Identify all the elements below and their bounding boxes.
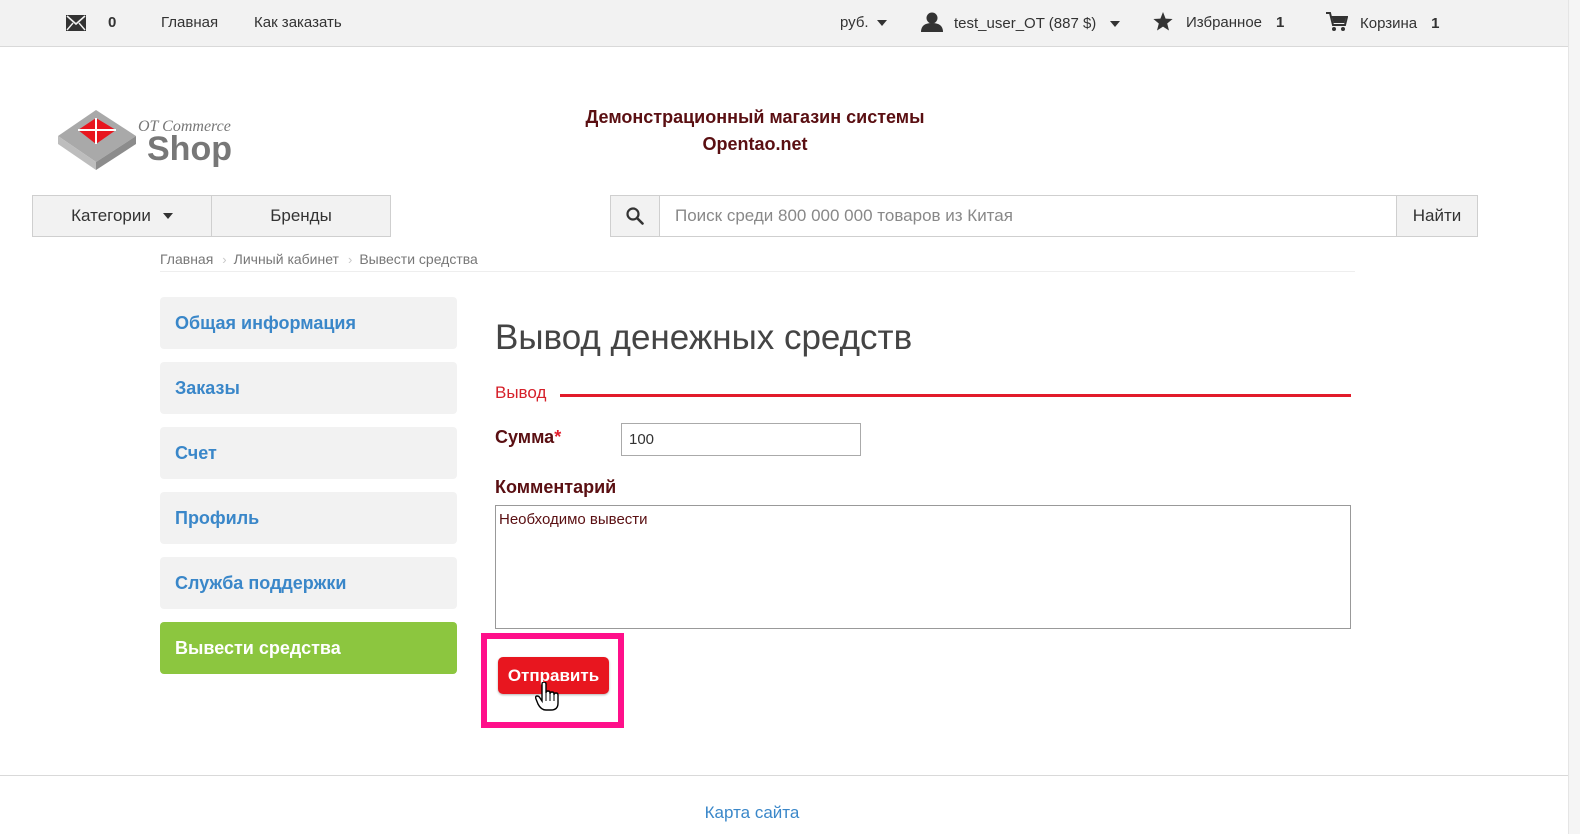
cart-count: 1 [1431,14,1440,32]
top-bar: 0 Главная Как заказать руб. test_user_OT… [0,0,1568,47]
star-icon [1153,12,1173,31]
sitemap-link[interactable]: Карта сайта [0,803,1504,823]
comment-textarea[interactable]: Необходимо вывести [495,505,1351,629]
currency-dropdown[interactable]: руб. [840,14,887,31]
logo-text-bottom: Shop [147,130,232,168]
slogan: Демонстрационный магазин системы Opentao… [555,104,955,158]
sidebar-item-profile[interactable]: Профиль [160,492,457,544]
user-icon [921,12,943,32]
search-icon [626,207,644,225]
favorites-count: 1 [1276,14,1285,31]
messages-link[interactable]: 0 [66,14,116,31]
chevron-right-icon: › [347,251,353,267]
brands-button[interactable]: Бренды [211,195,391,237]
caret-down-icon [162,213,173,219]
caret-down-icon [876,19,887,26]
sidebar-item-orders[interactable]: Заказы [160,362,457,414]
user-menu[interactable]: test_user_OT (887 $) [921,12,1121,32]
slogan-line-1: Демонстрационный магазин системы [585,107,925,127]
sidebar-item-support[interactable]: Служба поддержки [160,557,457,609]
sidebar-item-general-info[interactable]: Общая информация [160,297,457,349]
favorites-label: Избранное [1186,14,1263,31]
breadcrumb-home[interactable]: Главная [160,251,213,267]
legend-divider [560,394,1351,397]
breadcrumb-current: Вывести средства [359,251,478,267]
envelope-icon [66,14,86,31]
hand-cursor-icon [535,682,559,711]
breadcrumb-divider [160,271,1355,272]
categories-button[interactable]: Категории [32,195,212,237]
user-name: test_user_OT (887 $) [954,14,1097,32]
cart-label: Корзина [1360,14,1418,32]
messages-count: 0 [108,14,117,31]
search-button[interactable]: Найти [1396,196,1477,236]
cart-icon [1326,12,1348,31]
sum-input[interactable] [621,423,861,456]
sum-label: Сумма* [495,427,561,448]
how-to-order-link[interactable]: Как заказать [254,14,342,31]
home-link[interactable]: Главная [161,14,218,31]
sum-label-text: Сумма [495,427,555,447]
footer-divider [0,775,1568,776]
search-bar: Найти [610,195,1478,237]
slogan-line-2: Opentao.net [702,134,808,154]
comment-label: Комментарий [495,477,617,497]
caret-down-icon [1110,20,1121,27]
chevron-right-icon: › [222,251,227,267]
favorites-link[interactable]: Избранное 1 [1153,12,1284,31]
currency-label: руб. [840,14,869,31]
search-input[interactable] [660,196,1396,236]
categories-label: Категории [71,206,151,225]
breadcrumb-account[interactable]: Личный кабинет [234,251,339,267]
logo[interactable]: OT Commerce Shop [58,104,258,174]
page-title: Вывод денежных средств [495,318,913,357]
breadcrumb: Главная › Личный кабинет › Вывести средс… [160,251,478,267]
cart-link[interactable]: Корзина 1 [1326,12,1439,32]
sidebar-item-account[interactable]: Счет [160,427,457,479]
required-mark: * [554,427,562,447]
form-legend: Вывод [495,383,547,402]
sidebar-item-withdraw[interactable]: Вывести средства [160,622,457,674]
search-icon-box[interactable] [611,196,660,236]
scrollbar[interactable] [1568,0,1580,834]
